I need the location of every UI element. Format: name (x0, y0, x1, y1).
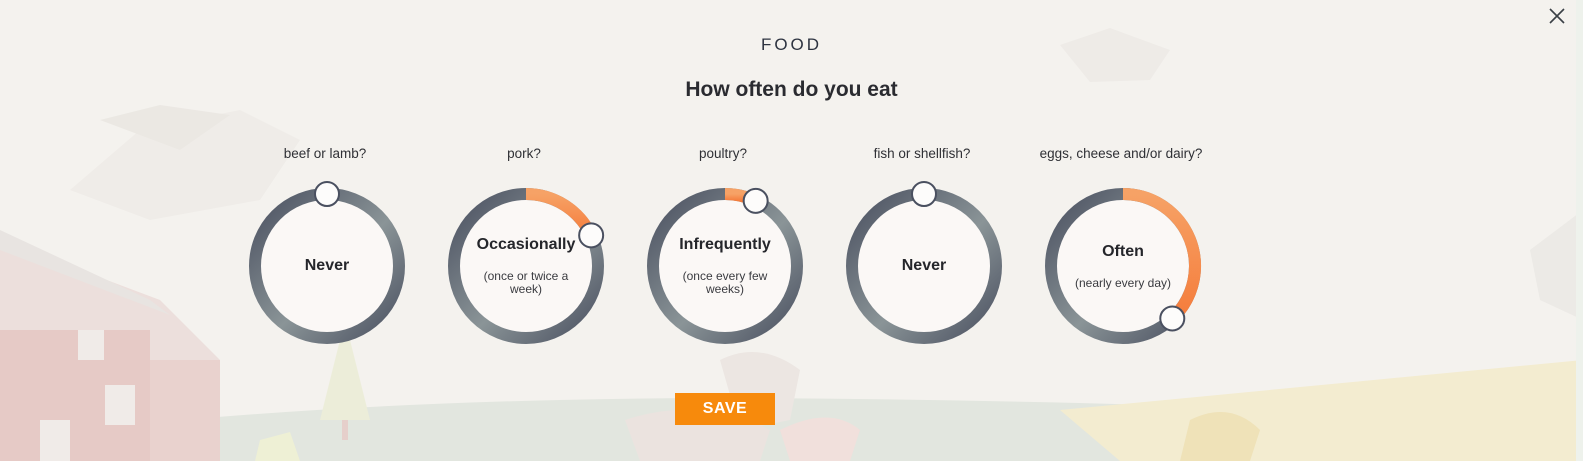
page-title: How often do you eat (685, 78, 898, 101)
frequency-dial[interactable]: poultry? Infrequently (once every few week… (623, 144, 823, 344)
dial-ring[interactable]: Infrequently (once every few weeks) (645, 186, 805, 346)
dial-value: Never (267, 206, 387, 326)
frequency-description: (nearly every day) (1074, 275, 1172, 290)
frequency-dial[interactable]: beef or lamb? Never (225, 144, 425, 344)
question-label: eggs, cheese and/or dairy? (1039, 146, 1203, 161)
question-label: fish or shellfish? (873, 146, 971, 161)
frequency-dial[interactable]: pork? Occasionally (once or twice a week) (424, 144, 624, 344)
dial-value: Often (nearly every day) (1063, 206, 1183, 326)
question-label: poultry? (698, 146, 748, 161)
dial-handle[interactable] (911, 181, 937, 207)
close-button[interactable] (1547, 6, 1567, 26)
frequency-label: Often (1102, 242, 1144, 260)
save-button[interactable]: SAVE (675, 393, 775, 425)
close-icon (1549, 8, 1565, 24)
frequency-label: Occasionally (476, 236, 576, 253)
dial-value: Infrequently (once every few weeks) (665, 206, 785, 326)
dial-handle[interactable] (314, 181, 340, 207)
category-heading: FOOD (760, 35, 823, 54)
dial-ring[interactable]: Often (nearly every day) (1043, 186, 1203, 346)
dial-ring[interactable]: Never (844, 181, 1004, 346)
dial-value: Never (864, 206, 984, 326)
question-label: beef or lamb? (283, 146, 367, 161)
frequency-description: (once every few weeks) (682, 269, 768, 296)
question-label: pork? (507, 146, 541, 161)
frequency-label: Infrequently (679, 236, 771, 253)
frequency-description: (once or twice a week) (483, 269, 569, 296)
frequency-label: Never (304, 257, 350, 274)
frequency-dial[interactable]: fish or shellfish? Never (822, 144, 1022, 344)
frequency-label: Never (901, 257, 947, 274)
frequency-dial[interactable]: eggs, cheese and/or dairy? Often (nearly e… (1021, 144, 1221, 344)
dial-ring[interactable]: Never (247, 181, 407, 346)
dial-ring[interactable]: Occasionally (once or twice a week) (446, 186, 606, 346)
dial-value: Occasionally (once or twice a week) (466, 206, 586, 326)
